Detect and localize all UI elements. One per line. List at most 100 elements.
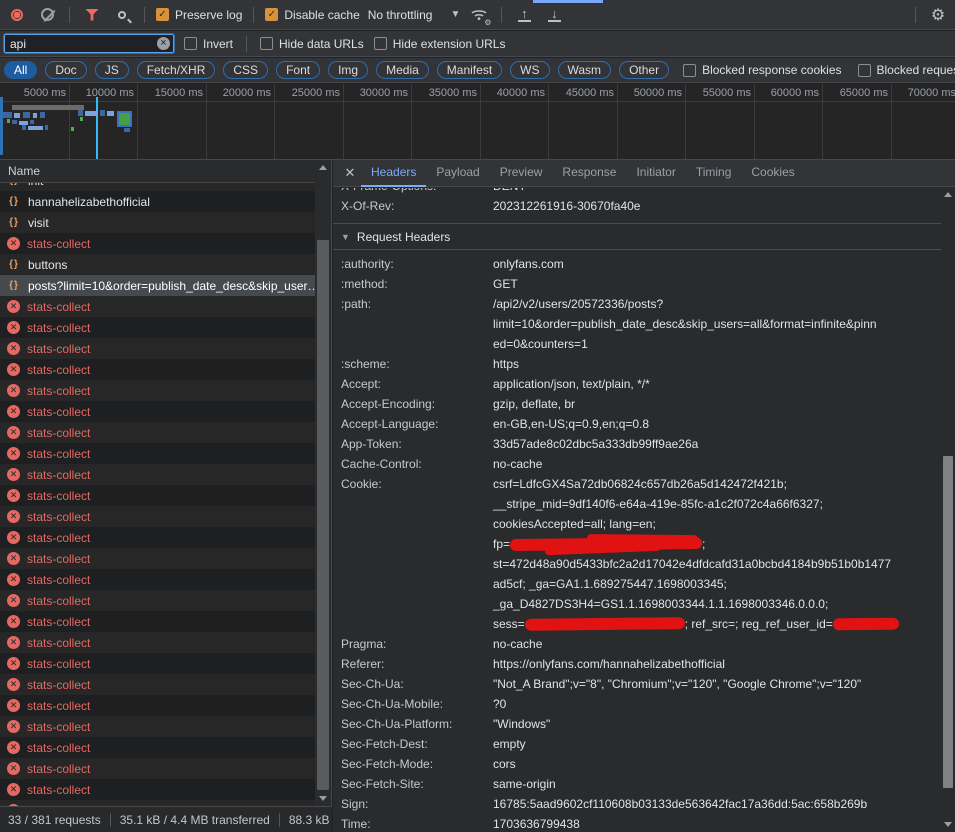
scrollbar-thumb[interactable] [317,240,329,790]
request-row[interactable]: ✕stats-collect [0,611,315,632]
request-row[interactable]: ✕stats-collect [0,338,315,359]
close-details-button[interactable]: ✕ [339,165,361,181]
request-row[interactable]: ✕stats-collect [0,380,315,401]
type-pill-wasm[interactable]: Wasm [558,61,612,79]
request-row[interactable]: ✕stats-collect [0,527,315,548]
type-pill-manifest[interactable]: Manifest [437,61,502,79]
checkbox-icon [683,64,696,77]
filter-bar: × Invert Hide data URLs Hide extension U… [0,31,955,57]
header-value-line: 33d57ade8c02dbc5a333db99ff9ae26a [493,434,937,454]
tab-headers[interactable]: Headers [361,160,426,187]
tab-preview[interactable]: Preview [490,160,553,187]
filterbar-divider [246,36,247,52]
timeline-tick-label: 30000 ms [340,87,408,99]
request-row[interactable]: ✕stats-collect [0,422,315,443]
request-row[interactable]: ✕stats-collect [0,758,315,779]
request-row[interactable]: ✕stats-collect [0,695,315,716]
request-failed-icon: ✕ [7,636,20,649]
header-value-line: sess=; ref_src=; reg_ref_user_id= [493,614,937,634]
request-row[interactable]: ✕stats-collect [0,506,315,527]
type-pill-all[interactable]: All [4,61,37,79]
header-value-line: "Windows" [493,714,937,734]
flag-checkbox-blocked-response-cookies[interactable]: Blocked response cookies [683,63,841,77]
request-row[interactable]: ✕stats-collect [0,485,315,506]
request-row[interactable]: {}posts?limit=10&order=publish_date_desc… [0,275,315,296]
scroll-down-icon[interactable] [319,796,327,801]
request-row[interactable]: ✕stats-collect [0,296,315,317]
header-value-line: no-cache [493,454,937,474]
request-headers-section-toggle[interactable]: ▼ Request Headers [333,224,941,250]
type-pill-js[interactable]: JS [95,61,129,79]
type-pill-media[interactable]: Media [376,61,429,79]
name-column-header[interactable]: Name [0,160,315,183]
import-har-button[interactable]: ↑ [513,5,535,25]
request-row[interactable]: ✕stats-collect [0,569,315,590]
request-row[interactable]: ✕ stats-collect [0,632,315,653]
hide-extension-urls-checkbox[interactable]: Hide extension URLs [374,37,506,51]
request-row[interactable]: ✕stats-collect [0,233,315,254]
header-value-line: 1703636799438 [493,814,937,832]
tab-payload[interactable]: Payload [426,160,489,187]
request-row[interactable]: ✕stats-collect [0,779,315,800]
tab-initiator[interactable]: Initiator [626,160,685,187]
header-value-line: _ga_D4827DS3H4=GS1.1.1698003344.1.1.1698… [493,594,937,614]
request-failed-icon: ✕ [7,657,20,670]
clear-filter-icon[interactable]: × [157,37,170,50]
request-row[interactable]: ✕stats-collect [0,653,315,674]
type-pill-css[interactable]: CSS [223,61,268,79]
clear-button[interactable] [36,5,58,25]
network-conditions-button[interactable]: ⚙ [468,5,490,25]
type-pill-doc[interactable]: Doc [45,61,86,79]
request-row[interactable]: ✕stats-collect [0,737,315,758]
settings-button[interactable]: ⚙ [927,5,949,25]
request-row[interactable]: ✕stats-collect [0,464,315,485]
request-row[interactable]: {}buttons [0,254,315,275]
request-row[interactable]: ✕stats-collect [0,674,315,695]
request-row[interactable]: ✕stats-collect [0,590,315,611]
export-har-button[interactable]: ↓ [543,5,565,25]
invert-checkbox[interactable]: Invert [184,37,233,51]
scroll-down-icon[interactable] [944,822,952,827]
request-row[interactable]: ✕stats-collect [0,716,315,737]
request-row[interactable]: ✕stats-collect [0,401,315,422]
tab-response[interactable]: Response [552,160,626,187]
record-button[interactable] [6,5,28,25]
scroll-up-icon[interactable] [944,192,952,197]
scroll-up-icon[interactable] [319,165,327,170]
request-row[interactable]: ✕stats-collect [0,443,315,464]
scrollbar-thumb[interactable] [943,456,953,788]
request-row[interactable]: {}init [0,183,315,191]
request-list-scrollbar[interactable] [315,160,331,806]
request-name: stats-collect [27,636,315,650]
record-icon [11,9,23,21]
detail-scrollbar[interactable] [941,187,955,832]
header-value: 1703636799438 [493,814,941,832]
request-row[interactable]: {}hannahelizabethofficial [0,191,315,212]
checkbox-icon [184,37,197,50]
tab-timing[interactable]: Timing [686,160,742,187]
disable-cache-checkbox[interactable]: ✓ Disable cache [265,8,359,22]
header-value: en-GB,en-US;q=0.9,en;q=0.8 [493,414,941,434]
type-pill-ws[interactable]: WS [510,61,549,79]
waterfall-mark [117,111,132,127]
timeline-overview[interactable]: 5000 ms10000 ms15000 ms20000 ms25000 ms3… [0,84,955,160]
request-row[interactable]: ✕stats-collect [0,359,315,380]
toolbar-divider [253,7,254,23]
type-pill-other[interactable]: Other [619,61,669,79]
type-pill-fetch-xhr[interactable]: Fetch/XHR [137,61,216,79]
filter-button[interactable] [81,5,103,25]
flag-checkbox-blocked-requests[interactable]: Blocked requests [858,63,955,77]
request-row[interactable]: {}visit [0,212,315,233]
search-button[interactable] [111,5,133,25]
header-name: :method: [333,274,493,294]
tab-cookies[interactable]: Cookies [741,160,804,187]
header-value: onlyfans.com [493,254,941,274]
type-pill-img[interactable]: Img [328,61,368,79]
filter-input[interactable] [4,34,174,53]
hide-data-urls-checkbox[interactable]: Hide data URLs [260,37,364,51]
preserve-log-checkbox[interactable]: ✓ Preserve log [156,8,242,22]
throttling-select[interactable]: No throttling ▼ [368,8,461,22]
request-row[interactable]: ✕stats-collect [0,548,315,569]
request-row[interactable]: ✕stats-collect [0,317,315,338]
type-pill-font[interactable]: Font [276,61,320,79]
